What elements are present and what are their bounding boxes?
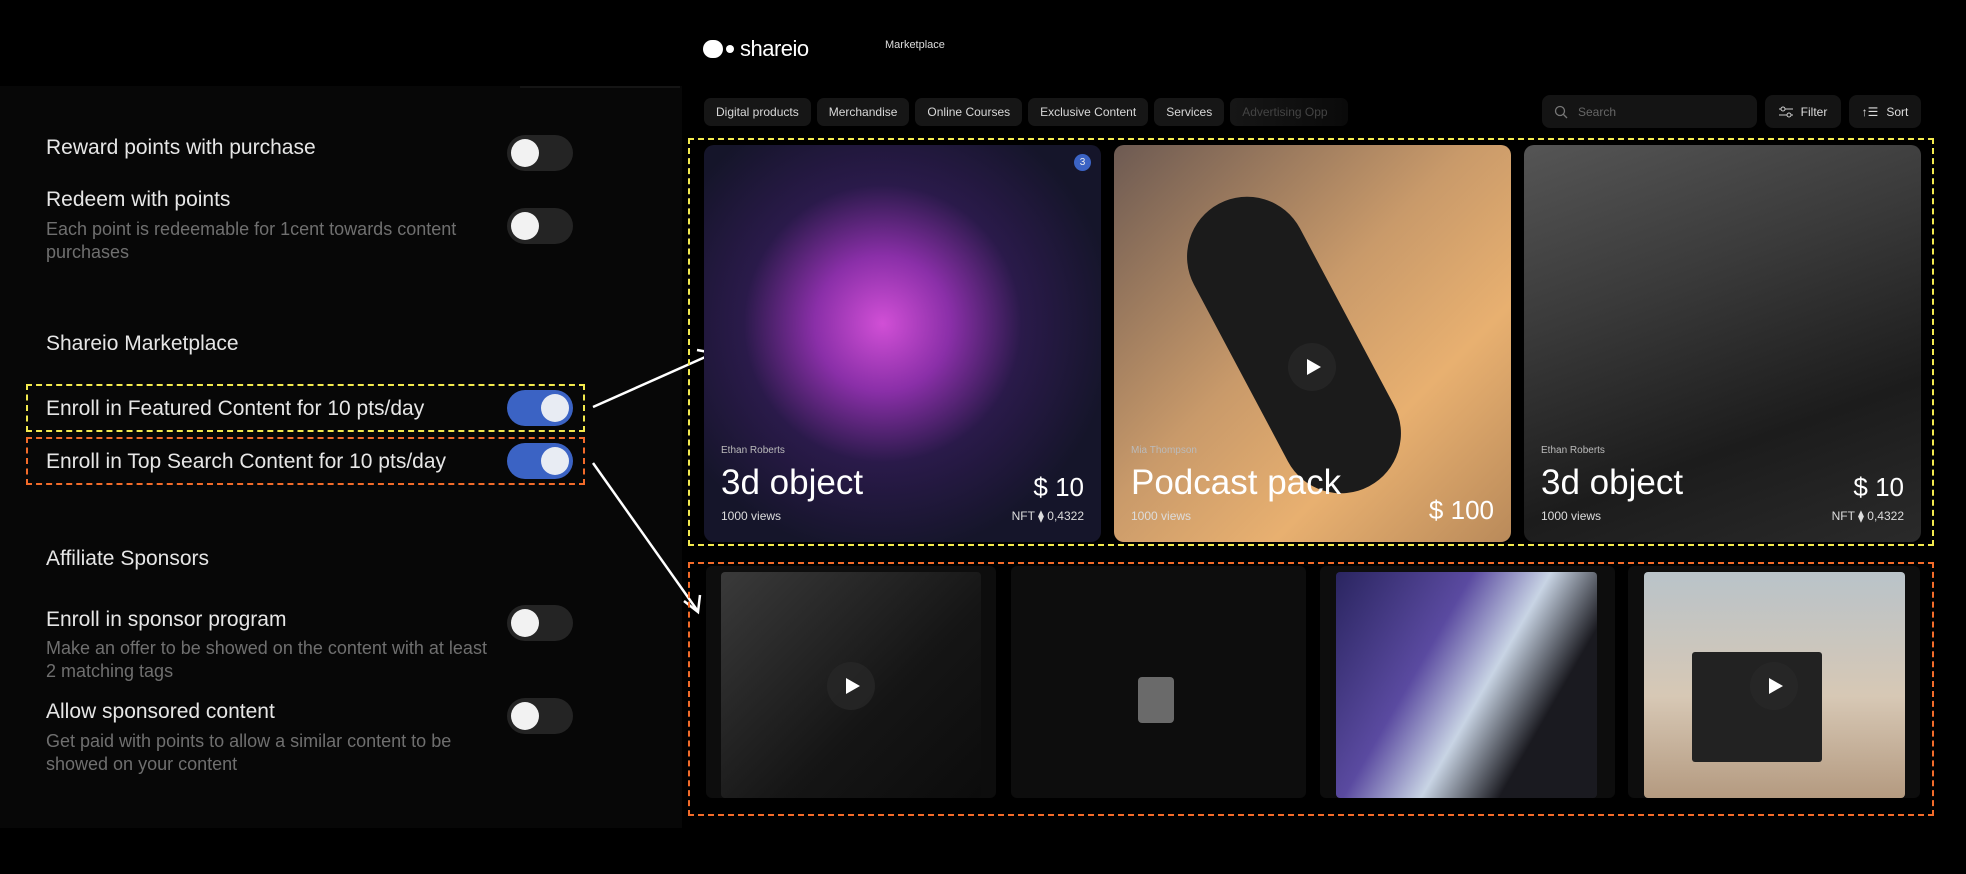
shareio-logo[interactable]: shareio [703,36,809,62]
document-icon [1138,677,1174,723]
product-card[interactable]: Mia Thompson Podcast pack $ 100 1000 vie… [1114,145,1511,542]
product-card[interactable]: 3 Ethan Roberts 3d object $ 10 1000 view… [704,145,1101,542]
search-input[interactable]: Search [1542,95,1757,128]
filter-button[interactable]: Filter [1765,95,1841,128]
search-result-microphone[interactable] [721,572,981,798]
product-card[interactable]: Ethan Roberts 3d object $ 10 1000 views … [1524,145,1921,542]
category-tabs: Digital products Merchandise Online Cour… [704,98,1349,126]
count-badge: 3 [1074,154,1091,171]
search-result-clapperboard[interactable] [1644,572,1905,798]
play-icon[interactable] [1288,343,1336,391]
play-icon[interactable] [1750,662,1798,710]
nav-marketplace[interactable]: Marketplace [885,39,945,51]
tab-advertising[interactable]: Advertising Opp [1230,98,1349,126]
tab-services[interactable]: Services [1154,98,1225,126]
play-icon[interactable] [827,662,875,710]
sort-icon: ↑☰ [1861,104,1879,119]
filter-icon [1778,106,1793,117]
tab-online-courses[interactable]: Online Courses [915,98,1023,126]
tab-exclusive-content[interactable]: Exclusive Content [1028,98,1149,126]
search-icon [1554,105,1568,118]
sort-button[interactable]: ↑☰ Sort [1849,95,1921,128]
tab-digital-products[interactable]: Digital products [704,98,811,126]
search-result-abstract[interactable] [1336,572,1597,798]
tab-merchandise[interactable]: Merchandise [816,98,910,126]
